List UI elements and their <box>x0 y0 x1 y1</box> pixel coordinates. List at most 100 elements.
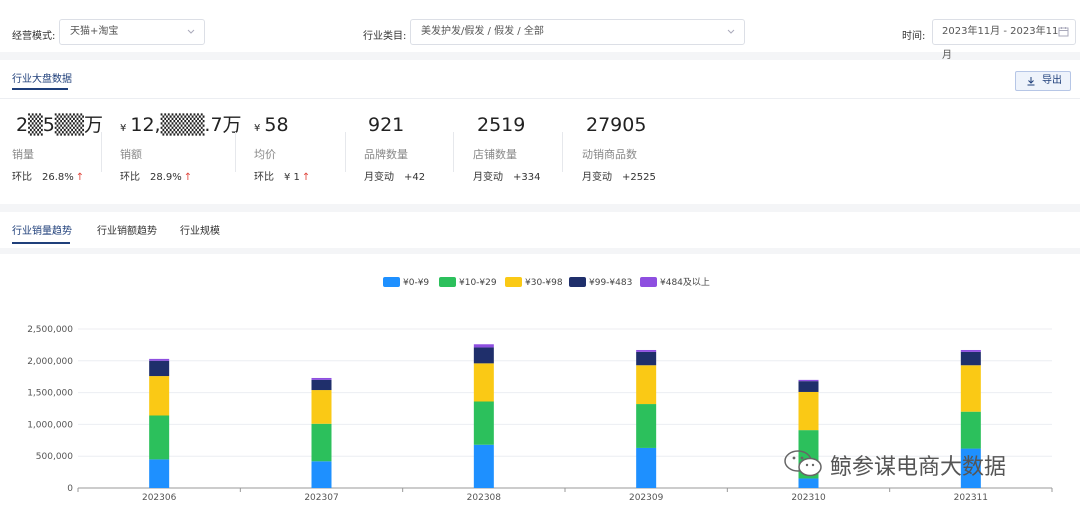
currency-symbol: ¥ <box>120 123 127 134</box>
legend-swatch <box>505 277 522 287</box>
metric-label: 销量 <box>12 148 34 161</box>
change-value: +42 <box>404 172 426 183</box>
chevron-down-icon <box>727 29 735 34</box>
category-select[interactable]: 美发护发/假发 / 假发 / 全部 <box>410 19 745 45</box>
bar-segment <box>311 379 332 391</box>
tab-industry-scale[interactable]: 行业规模 <box>180 222 220 237</box>
x-tick-label: 202310 <box>791 493 826 503</box>
change-label: 环比 <box>12 172 32 183</box>
watermark-text: 鲸参谋电商大数据 <box>830 455 1007 480</box>
bar-segment <box>473 444 494 488</box>
y-tick-label: 1,500,000 <box>27 389 73 399</box>
arrow-up-icon: ↑ <box>75 172 85 183</box>
bar-segment <box>960 365 981 412</box>
arrow-up-icon: ↑ <box>183 172 193 183</box>
divider <box>0 98 1080 99</box>
change-value: +334 <box>513 172 541 183</box>
bar-segment <box>311 390 332 424</box>
bar-segment <box>311 461 332 488</box>
bar-segment <box>636 349 657 352</box>
bar-segment <box>798 379 819 382</box>
legend-label: ¥10-¥29 <box>459 278 497 288</box>
export-button[interactable]: 导出 <box>1015 71 1071 91</box>
bar-segment <box>311 423 332 462</box>
divider <box>453 132 454 172</box>
tab-active-indicator <box>12 88 68 90</box>
change-label: 环比 <box>254 172 274 183</box>
bar-segment <box>149 415 170 460</box>
y-tick-label: 1,000,000 <box>27 420 73 430</box>
chart-panel: 0 500,000 1,000,000 1,500,000 2,000,000 2,500… <box>0 254 1080 511</box>
mode-select[interactable]: 天猫+淘宝 <box>59 19 205 45</box>
legend-label: ¥99-¥483 <box>589 278 632 288</box>
legend-label: ¥0-¥9 <box>403 278 429 288</box>
bar-segment <box>960 349 981 352</box>
tab-sales-amount-trend[interactable]: 行业销额趋势 <box>97 222 157 237</box>
tab-active-indicator <box>12 242 70 244</box>
chevron-down-icon <box>187 29 195 34</box>
tab-sales-volume-trend[interactable]: 行业销量趋势 <box>12 222 72 237</box>
mode-select-value: 天猫+淘宝 <box>70 26 119 37</box>
tab-industry-overview[interactable]: 行业大盘数据 <box>12 70 72 85</box>
legend-swatch <box>569 277 586 287</box>
metric-value: 12,▒▒▒.7万 <box>130 114 242 136</box>
bar-segment <box>473 401 494 445</box>
change-value: ¥ 1 <box>284 172 300 183</box>
bar-segment <box>960 411 981 449</box>
change-value: 26.8% <box>42 172 74 183</box>
legend-swatch <box>383 277 400 287</box>
metric-value: 58 <box>264 114 289 136</box>
category-select-value: 美发护发/假发 / 假发 / 全部 <box>421 26 544 37</box>
metric-value: 27905 <box>586 114 647 136</box>
metric-brand-count: 921 品牌数量 月变动 +42 <box>364 112 427 183</box>
bar-segment <box>798 381 819 392</box>
bar-segment <box>636 365 657 405</box>
change-value: 28.9% <box>150 172 182 183</box>
filter-bar: 经营模式: 天猫+淘宝 行业类目: 美发护发/假发 / 假发 / 全部 时间: … <box>0 0 1080 61</box>
divider <box>101 132 102 172</box>
bar-segment <box>473 347 494 364</box>
metric-label: 品牌数量 <box>364 148 408 161</box>
bar-segment <box>960 351 981 366</box>
date-range-picker[interactable]: 2023年11月 - 2023年11月 <box>932 19 1076 61</box>
industry-overview-panel: 行业大盘数据 导出 2▒5▒▒万 销量 环比 26.8% ↑ ¥12,▒▒▒.7万 … <box>0 60 1080 204</box>
bar-segment <box>473 344 494 348</box>
x-tick-label: 202308 <box>467 493 502 503</box>
category-label: 行业类目: <box>363 31 407 42</box>
time-label: 时间: <box>902 31 926 42</box>
metric-store-count: 2519 店铺数量 月变动 +334 <box>473 112 542 183</box>
legend-label: ¥484及以上 <box>660 277 710 288</box>
date-range-value: 2023年11月 - 2023年11月 <box>942 26 1059 61</box>
y-tick-label: 500,000 <box>36 452 73 462</box>
watermark: 鲸参谋电商大数据 <box>782 447 1052 481</box>
arrow-up-icon: ↑ <box>301 172 311 183</box>
change-label: 月变动 <box>364 172 394 183</box>
trend-tabs: 行业销量趋势 行业销额趋势 行业规模 <box>0 212 1080 248</box>
mode-label: 经营模式: <box>12 31 56 42</box>
bar-segment <box>149 376 170 416</box>
divider <box>345 132 346 172</box>
wechat-icon <box>784 450 822 477</box>
y-tick-label: 0 <box>67 484 73 494</box>
calendar-icon <box>1058 27 1069 37</box>
download-icon <box>1027 77 1035 86</box>
divider <box>235 132 236 172</box>
change-value: +2525 <box>622 172 656 183</box>
metric-avg-price: ¥58 均价 环比 ¥ 1 ↑ <box>254 112 310 183</box>
bar-segment <box>636 351 657 366</box>
change-label: 环比 <box>120 172 140 183</box>
metric-sales-amount: ¥12,▒▒▒.7万 销额 环比 28.9% ↑ <box>120 112 242 183</box>
y-tick-label: 2,000,000 <box>27 357 73 367</box>
metric-active-products: 27905 动销商品数 月变动 +2525 <box>582 112 658 183</box>
x-tick-label: 202309 <box>629 493 664 503</box>
currency-symbol: ¥ <box>254 123 261 134</box>
change-label: 月变动 <box>582 172 612 183</box>
bar-segment <box>798 391 819 431</box>
bar-segment <box>636 447 657 488</box>
legend-swatch <box>640 277 657 287</box>
change-label: 月变动 <box>473 172 503 183</box>
legend-label: ¥30-¥98 <box>525 278 563 288</box>
x-tick-label: 202306 <box>142 493 177 503</box>
divider <box>562 132 563 172</box>
bar-segment <box>149 360 170 377</box>
